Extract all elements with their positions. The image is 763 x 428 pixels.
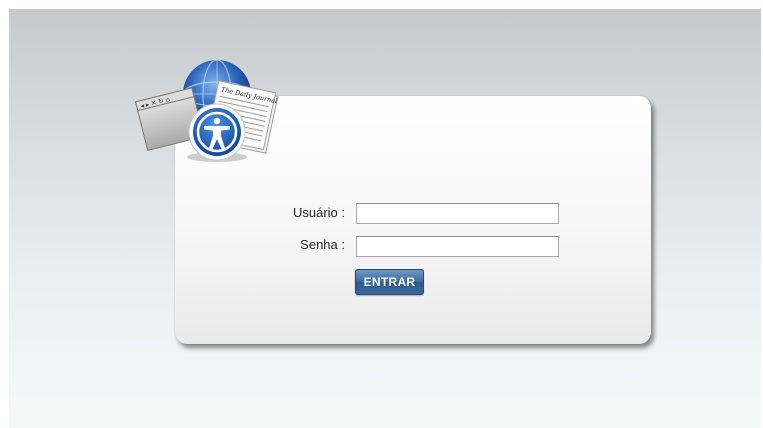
username-input[interactable] bbox=[356, 203, 559, 224]
username-label: Usuário : bbox=[292, 205, 345, 220]
password-label: Senha : bbox=[300, 237, 345, 252]
accessibility-logo: ◂ ▸ ✕ ↻ ⌂ The Daily Journal bbox=[135, 59, 279, 162]
password-input[interactable] bbox=[356, 236, 559, 257]
enter-button[interactable]: ENTRAR bbox=[355, 269, 424, 295]
